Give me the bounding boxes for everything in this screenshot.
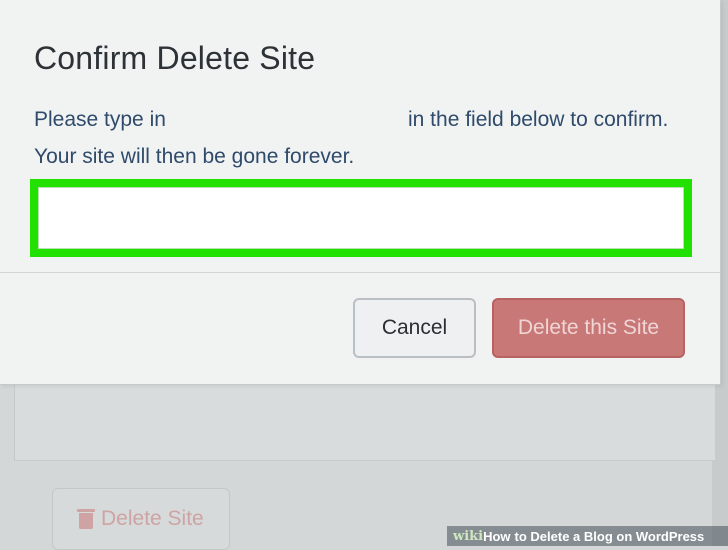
dialog-divider bbox=[0, 272, 720, 273]
dialog-instruction: Please type in in the field below to con… bbox=[34, 108, 704, 132]
cancel-button[interactable]: Cancel bbox=[353, 298, 476, 358]
field-highlight bbox=[30, 179, 692, 257]
confirm-site-input[interactable] bbox=[38, 187, 684, 249]
background-delete-site-button[interactable]: Delete Site bbox=[52, 488, 230, 550]
confirm-delete-dialog: Confirm Delete Site Please type in in th… bbox=[0, 0, 721, 385]
background-delete-site-label: Delete Site bbox=[101, 507, 204, 530]
trash-icon bbox=[77, 509, 95, 529]
background-divider bbox=[14, 460, 712, 461]
background-card bbox=[14, 380, 715, 460]
dialog-title: Confirm Delete Site bbox=[34, 40, 316, 76]
dialog-warning: Your site will then be gone forever. bbox=[34, 145, 355, 168]
watermark-brand: wiki bbox=[453, 528, 484, 544]
instruction-after: in the field below to confirm. bbox=[408, 108, 669, 131]
delete-site-button[interactable]: Delete this Site bbox=[492, 298, 685, 358]
watermark-text: to Delete a Blog on WordPress bbox=[514, 528, 705, 544]
instruction-before: Please type in bbox=[34, 108, 166, 131]
watermark-how: How bbox=[483, 528, 511, 544]
watermark: wiki How to Delete a Blog on WordPress bbox=[447, 526, 728, 546]
